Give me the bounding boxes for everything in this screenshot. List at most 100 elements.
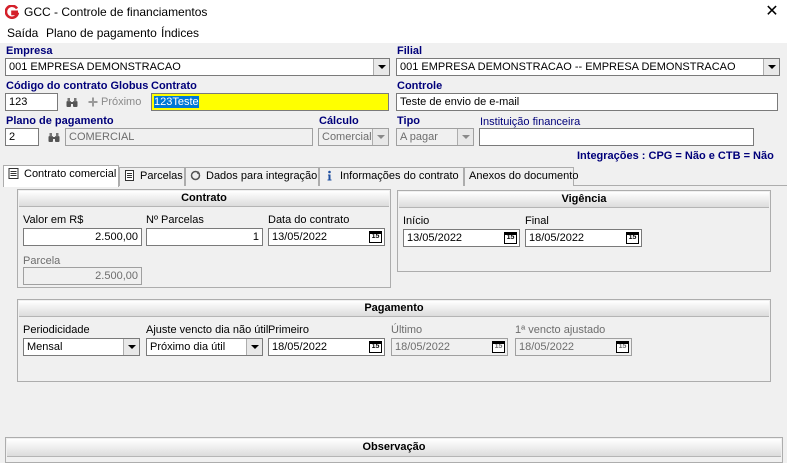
instituicao-input[interactable] — [479, 128, 754, 146]
primeiro-input[interactable]: 18/05/2022 15 — [268, 338, 385, 356]
binoculars-icon[interactable] — [48, 132, 60, 143]
window-title: GCC - Controle de financiamentos — [24, 5, 208, 19]
primeiro-value: 18/05/2022 — [272, 341, 328, 353]
ajuste-value: Próximo dia útil — [150, 341, 226, 353]
calendar-icon: 15 — [492, 341, 505, 353]
codigo-contrato-label: Código do contrato Globus — [6, 80, 149, 92]
calendar-icon: 15 — [616, 341, 629, 353]
info-icon — [327, 170, 332, 181]
calculo-label: Cálculo — [319, 115, 359, 127]
vigencia-panel-title: Vigência — [399, 192, 769, 208]
calculo-value: Comercial — [322, 131, 372, 143]
instituicao-label: Instituição financeira — [480, 116, 581, 128]
empresa-select[interactable]: 001 EMPRESA DEMONSTRACAO — [5, 58, 390, 76]
calendar-icon[interactable]: 15 — [369, 341, 382, 353]
nparcelas-label: Nº Parcelas — [146, 214, 204, 226]
plano-desc-field: COMERCIAL — [65, 128, 313, 146]
proximo-label: Próximo — [101, 96, 142, 108]
chevron-down-icon — [457, 129, 473, 145]
parcela-field: 2.500,00 — [23, 267, 142, 285]
valor-label: Valor em R$ — [23, 214, 84, 226]
tab-contrato-comercial[interactable]: Contrato comercial — [3, 165, 119, 187]
final-value: 18/05/2022 — [529, 232, 585, 244]
vigencia-panel: Vigência Início 13/05/2022 15 Final 18/0… — [397, 190, 771, 272]
pagamento-panel: Pagamento Periodicidade Mensal Ajuste ve… — [17, 299, 771, 382]
controle-input[interactable]: Teste de envio de e-mail — [396, 93, 778, 111]
sync-icon — [190, 170, 201, 181]
empresa-value: 001 EMPRESA DEMONSTRACAO — [9, 61, 181, 73]
list-icon — [125, 170, 134, 181]
tab-label: Contrato comercial — [24, 168, 117, 180]
menu-indices[interactable]: Índices — [161, 26, 199, 40]
chevron-down-icon[interactable] — [373, 59, 389, 75]
tab-parcelas[interactable]: Parcelas — [119, 167, 185, 186]
primeiro-label: Primeiro — [268, 324, 309, 336]
pagamento-panel-title: Pagamento — [19, 301, 769, 317]
tab-label: Informações do contrato — [340, 170, 459, 182]
tab-bar: Contrato comercial Parcelas Dados para i… — [3, 165, 787, 187]
close-button[interactable]: ✕ — [758, 1, 786, 23]
integracoes-status: Integrações : CPG = Não e CTB = Não — [577, 150, 774, 162]
inicio-label: Início — [403, 215, 430, 227]
tab-label: Parcelas — [140, 170, 183, 182]
ultimo-label: Último — [391, 324, 423, 336]
ultimo-value: 18/05/2022 — [395, 341, 451, 353]
inicio-value: 13/05/2022 — [407, 232, 463, 244]
binoculars-icon[interactable] — [66, 97, 78, 108]
inicio-input[interactable]: 13/05/2022 15 — [403, 229, 520, 247]
tipo-label: Tipo — [397, 115, 421, 127]
menu-plano-pagamento[interactable]: Plano de pagamento — [46, 26, 157, 40]
valor-input[interactable]: 2.500,00 — [23, 228, 142, 246]
menu-bar: Saída Plano de pagamento Índices — [0, 24, 787, 43]
calendar-icon[interactable]: 15 — [626, 232, 639, 244]
tab-anexos-documento[interactable]: Anexos do documento — [464, 167, 578, 186]
empresa-label: Empresa — [6, 45, 53, 57]
tipo-select: A pagar — [396, 128, 474, 146]
vencto-ajustado-value: 18/05/2022 — [519, 341, 575, 353]
periodicidade-label: Periodicidade — [23, 324, 90, 336]
calculo-select: Comercial — [318, 128, 389, 146]
tab-label: Dados para integração — [206, 170, 318, 182]
menu-saida[interactable]: Saída — [7, 26, 38, 40]
document-icon — [8, 168, 19, 179]
chevron-down-icon — [372, 129, 388, 145]
filial-select[interactable]: 001 EMPRESA DEMONSTRACAO -- EMPRESA DEMO… — [396, 58, 780, 76]
periodicidade-value: Mensal — [27, 341, 63, 353]
filial-value: 001 EMPRESA DEMONSTRACAO -- EMPRESA DEMO… — [400, 61, 736, 73]
ultimo-field: 18/05/2022 15 — [391, 338, 508, 356]
vencto-ajustado-label: 1ª vencto ajustado — [515, 324, 606, 336]
observacao-panel: Observação — [5, 437, 783, 463]
calendar-icon[interactable]: 15 — [369, 231, 382, 243]
tab-content: Contrato Valor em R$ 2.500,00 Nº Parcela… — [3, 186, 787, 463]
contrato-panel: Contrato Valor em R$ 2.500,00 Nº Parcela… — [17, 189, 391, 288]
chevron-down-icon[interactable] — [123, 339, 139, 355]
tipo-value: A pagar — [400, 131, 438, 143]
chevron-down-icon[interactable] — [763, 59, 779, 75]
observacao-panel-title: Observação — [7, 439, 781, 457]
periodicidade-select[interactable]: Mensal — [23, 338, 140, 356]
final-label: Final — [525, 215, 549, 227]
ajuste-select[interactable]: Próximo dia útil — [146, 338, 263, 356]
contrato-value: 123Teste — [154, 96, 199, 108]
data-contrato-label: Data do contrato — [268, 214, 350, 226]
tab-label: Anexos do documento — [469, 170, 579, 182]
tab-informacoes-contrato[interactable]: Informações do contrato — [319, 167, 464, 186]
ajuste-label: Ajuste vencto dia não útil — [146, 324, 269, 336]
nparcelas-input[interactable]: 1 — [146, 228, 263, 246]
tab-dados-integracao[interactable]: Dados para integração — [185, 167, 319, 186]
contrato-input[interactable]: 123Teste — [151, 93, 389, 111]
data-contrato-value: 13/05/2022 — [272, 231, 328, 243]
chevron-down-icon[interactable] — [246, 339, 262, 355]
title-bar: GCC - Controle de financiamentos ✕ — [0, 0, 787, 24]
controle-label: Controle — [397, 80, 443, 92]
filial-label: Filial — [397, 45, 423, 57]
vencto-ajustado-field: 18/05/2022 15 — [515, 338, 632, 356]
proximo-button[interactable]: Próximo — [86, 94, 144, 112]
calendar-icon[interactable]: 15 — [504, 232, 517, 244]
plano-code-input[interactable]: 2 — [5, 128, 39, 146]
final-input[interactable]: 18/05/2022 15 — [525, 229, 642, 247]
parcela-label: Parcela — [23, 255, 61, 267]
codigo-contrato-input[interactable]: 123 — [5, 93, 58, 111]
plus-icon — [88, 97, 98, 107]
data-contrato-input[interactable]: 13/05/2022 15 — [268, 228, 385, 246]
